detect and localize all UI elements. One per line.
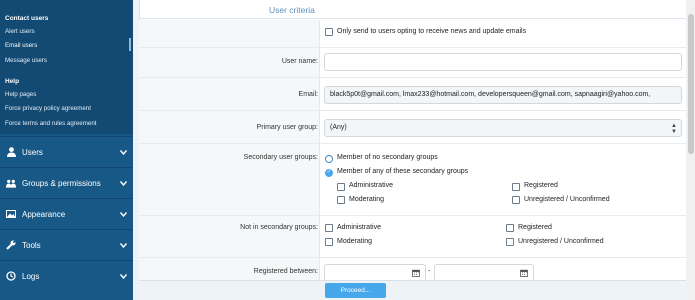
select-arrows-icon: ▲ ▼ <box>671 123 677 135</box>
newsletter-checkbox[interactable] <box>325 28 333 36</box>
group-option-label: Registered <box>518 224 552 231</box>
not-in-administrative-checkbox[interactable] <box>325 224 333 232</box>
row-divider <box>139 47 686 48</box>
chevron-down-icon <box>118 241 128 250</box>
chevron-down-icon <box>118 148 128 157</box>
email-input[interactable]: black5p0t@gmail.com, lmax233@hotmail.com… <box>324 86 682 104</box>
group-option-label: Moderating <box>337 238 373 245</box>
group-option-label: Unregistered / Unconfirmed <box>524 196 610 203</box>
chevron-down-icon <box>118 210 128 219</box>
user-icon <box>6 147 16 157</box>
radio-no-secondary-groups[interactable] <box>325 155 333 163</box>
row-divider <box>139 110 686 111</box>
group-option-label: Administrative <box>337 224 381 231</box>
sidebar-item-help-pages[interactable]: Help pages <box>5 91 36 98</box>
registered-between-label: Registered between: <box>253 268 318 275</box>
sidebar: Contact users Alert users Email users Me… <box>0 0 133 300</box>
active-item-indicator <box>129 38 131 51</box>
not-in-groups-label: Not in secondary groups: <box>240 224 318 231</box>
row-divider <box>139 143 686 144</box>
radio-no-secondary-label: Member of no secondary groups <box>337 154 438 161</box>
sidebar-item-message-users[interactable]: Message users <box>5 57 47 64</box>
sidebar-section-groups-permissions[interactable]: Groups & permissions <box>0 167 133 198</box>
sidebar-submenu: Contact users Alert users Email users Me… <box>0 0 133 134</box>
primary-group-label: Primary user group: <box>256 124 318 131</box>
scrollbar[interactable] <box>687 0 695 300</box>
sidebar-section-label: Groups & permissions <box>22 178 101 188</box>
sidebar-heading-help: Help <box>5 78 20 85</box>
sidebar-heading-contact-users: Contact users <box>5 15 49 22</box>
sidebar-item-force-privacy[interactable]: Force privacy policy agreement <box>5 105 91 112</box>
secondary-groups-label: Secondary user groups: <box>243 154 318 161</box>
scrollbar-thumb[interactable] <box>688 14 694 154</box>
row-divider <box>139 257 686 258</box>
not-in-registered-checkbox[interactable] <box>506 224 514 232</box>
sidebar-item-email-users[interactable]: Email users <box>5 42 37 49</box>
group-option-label: Administrative <box>349 182 393 189</box>
calendar-icon[interactable] <box>412 269 420 277</box>
radio-any-secondary-groups[interactable] <box>325 168 333 177</box>
newsletter-option-label: Only send to users opting to receive new… <box>337 28 527 35</box>
group-option-label: Moderating <box>349 196 385 203</box>
proceed-button[interactable]: Proceed... <box>325 283 386 298</box>
not-in-moderating-checkbox[interactable] <box>325 238 333 246</box>
row-divider <box>139 77 686 78</box>
section-title: User criteria <box>269 5 315 15</box>
image-icon <box>6 209 16 219</box>
sidebar-section-users[interactable]: Users <box>0 136 133 167</box>
not-in-unregistered-checkbox[interactable] <box>506 238 514 246</box>
group-option-label: Unregistered / Unconfirmed <box>518 238 604 245</box>
sidebar-section-label: Users <box>22 147 43 157</box>
sidebar-item-alert-users[interactable]: Alert users <box>5 28 35 35</box>
sidebar-section-logs[interactable]: Logs <box>0 260 133 291</box>
secondary-group-registered-checkbox[interactable] <box>512 183 520 191</box>
username-input[interactable] <box>324 53 682 71</box>
chevron-down-icon <box>118 272 128 281</box>
wrench-icon <box>6 240 16 250</box>
sidebar-section-label: Appearance <box>22 209 66 219</box>
row-divider <box>139 215 686 216</box>
calendar-icon[interactable] <box>520 269 528 277</box>
history-icon <box>6 271 16 281</box>
date-range-separator: - <box>428 268 431 275</box>
sidebar-section-tools[interactable]: Tools <box>0 229 133 260</box>
secondary-group-unregistered-checkbox[interactable] <box>512 196 520 204</box>
sidebar-section-appearance[interactable]: Appearance <box>0 198 133 229</box>
secondary-group-moderating-checkbox[interactable] <box>337 196 345 204</box>
form-footer <box>139 280 686 300</box>
sidebar-section-label: Tools <box>22 240 41 250</box>
secondary-group-administrative-checkbox[interactable] <box>337 183 345 191</box>
username-label: User name: <box>281 58 318 65</box>
radio-any-secondary-label: Member of any of these secondary groups <box>337 168 469 175</box>
sidebar-section-label: Logs <box>22 271 40 281</box>
primary-group-select[interactable]: (Any) ▲ ▼ <box>324 119 682 137</box>
primary-group-value: (Any) <box>330 124 347 131</box>
sidebar-item-force-terms[interactable]: Force terms and rules agreement <box>5 120 96 127</box>
group-option-label: Registered <box>524 182 558 189</box>
chevron-down-icon <box>118 179 128 188</box>
users-icon <box>6 178 16 188</box>
section-divider <box>139 18 686 19</box>
email-label: Email: <box>298 91 318 98</box>
